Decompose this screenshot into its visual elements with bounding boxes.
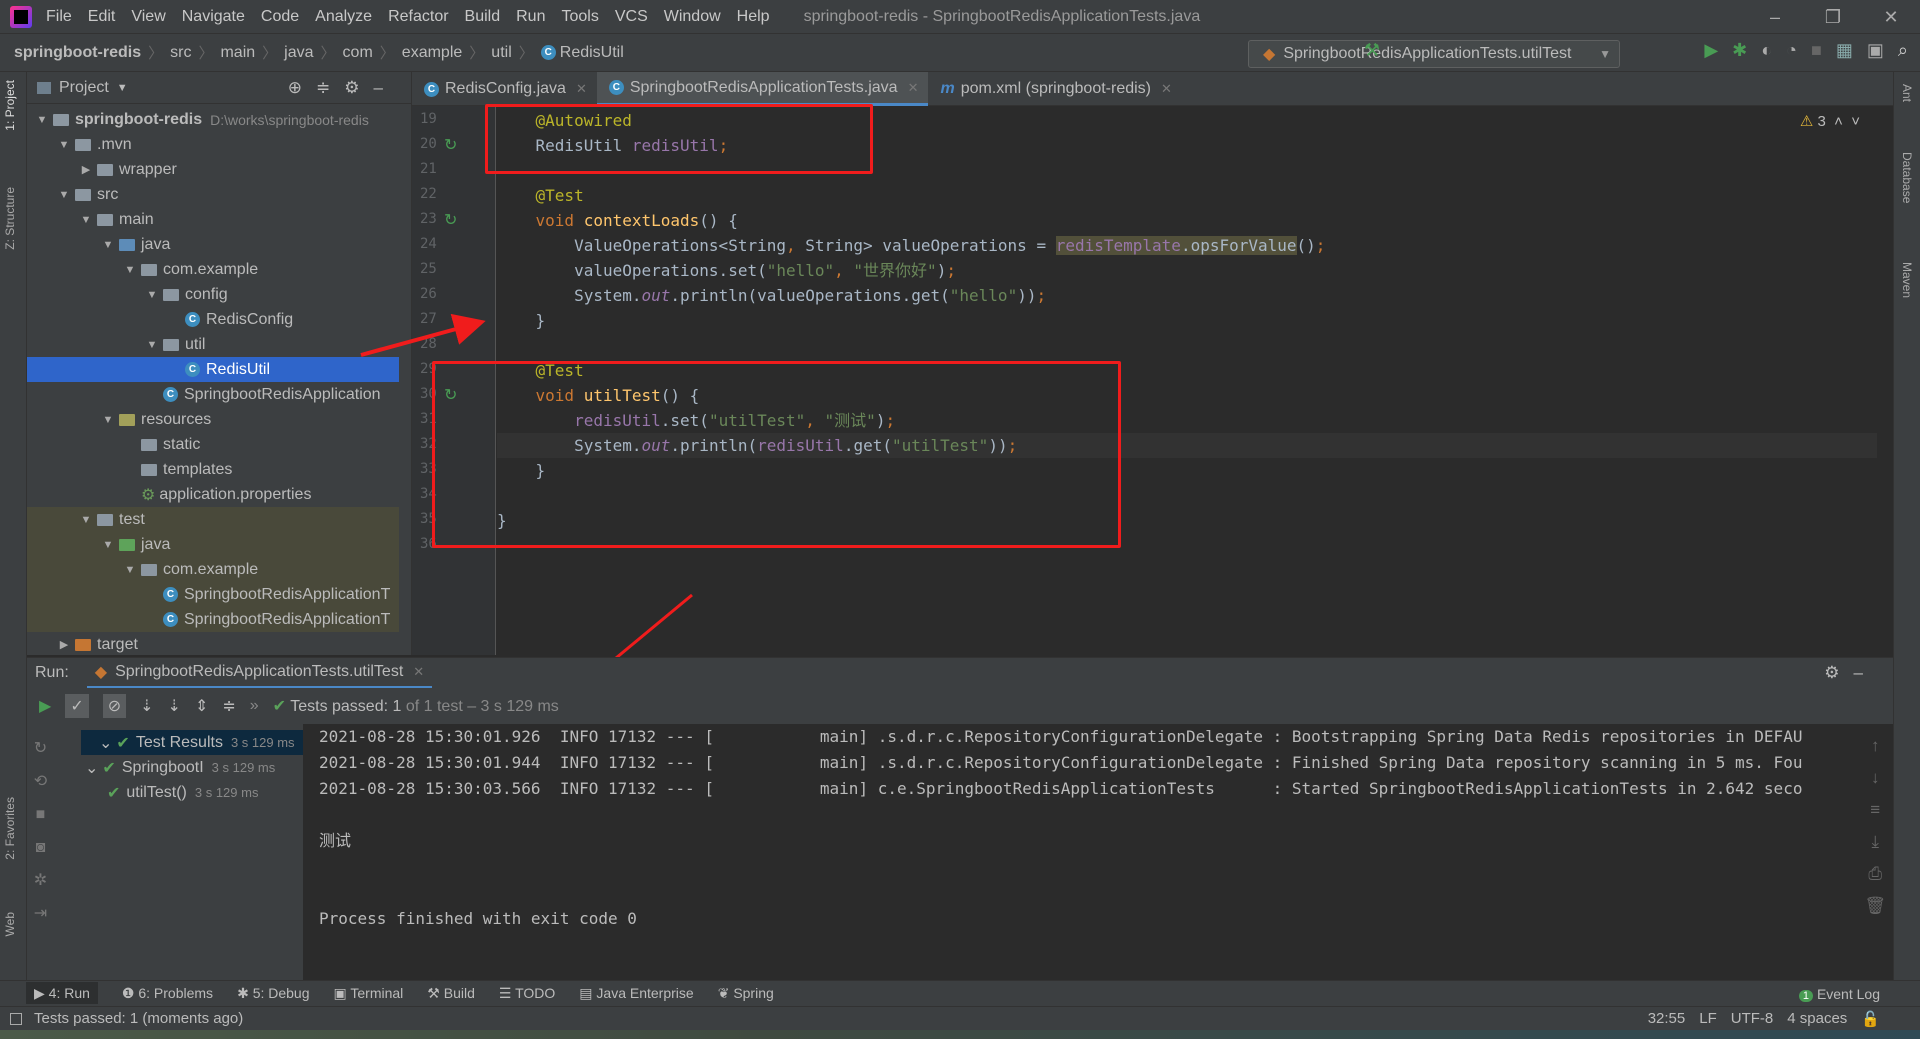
tool-window-label: Build — [443, 985, 475, 1001]
show-passed-icon[interactable]: ✓ — [65, 694, 89, 718]
tool-window-icon: ▤ — [579, 985, 597, 1001]
chevron-down-icon: ⌄ — [99, 734, 113, 752]
tool-window-icon: ❦ — [717, 985, 734, 1001]
caret-position[interactable]: 32:55 — [1648, 1010, 1686, 1028]
tool-window-todo[interactable]: ☰ TODO — [499, 985, 555, 1001]
run-toolbar: ▶ ✓ ⊘ ⇣ ⇣ ⇕ ≑ » ✔ Tests passed: 1 of 1 t… — [27, 688, 1893, 724]
test-tree: ⌄ ✔ Test Results 3 s 129 ms ⌄ ✔ SpringbootI 3… — [27, 724, 303, 980]
tool-window--problems[interactable]: ❶ 6: Problems — [122, 985, 213, 1001]
check-icon: ✔ — [107, 784, 121, 802]
test-tree-item[interactable]: ⌄ ✔ SpringbootI 3 s 129 ms — [85, 755, 275, 780]
tool-window-label: Terminal — [350, 985, 404, 1001]
exit-icon[interactable]: ⇥ — [27, 897, 54, 930]
tool-window-icon: ▶ — [34, 985, 49, 1001]
console-line: 2021-08-28 15:30:01.926 INFO 17132 --- [… — [319, 727, 1803, 746]
taskbar — [0, 1030, 1920, 1039]
tool-window-build[interactable]: ⚒ Build — [427, 985, 475, 1001]
tool-window-label: 5: Debug — [252, 985, 310, 1001]
test-duration: 3 s 129 ms — [230, 735, 295, 750]
junit-icon: ◆ — [94, 663, 108, 681]
settings-icon[interactable]: ✲ — [27, 864, 54, 897]
tool-window-label: Java Enterprise — [596, 985, 694, 1001]
console-side-toolbar: ↑ ↓ ≡ ⤓ ⎙ 🗑 — [1864, 730, 1886, 922]
test-status: ✔ Tests passed: 1 of 1 test – 3 s 129 ms — [272, 698, 559, 715]
scroll-end-icon[interactable]: ⤓ — [1864, 826, 1886, 858]
up-icon[interactable]: ↑ — [1864, 730, 1886, 762]
lock-icon[interactable]: 🔓 — [1861, 1010, 1880, 1028]
check-icon: ✔ — [272, 698, 287, 715]
show-ignored-icon[interactable]: ⊘ — [102, 694, 127, 718]
tool-window-label: Spring — [733, 985, 774, 1001]
run-panel-header: Run: ◆ SpringbootRedisApplicationTests.u… — [27, 657, 1893, 689]
sort-alpha-icon[interactable]: ⇣ — [140, 696, 153, 716]
tool-window-label: 6: Problems — [138, 985, 214, 1001]
camera-icon[interactable]: ◙ — [27, 831, 54, 864]
tool-windows-icon[interactable] — [10, 1012, 22, 1025]
run-side-toolbar: ↻ ⟲ ■ ◙ ✲ ⇥ — [27, 724, 54, 980]
print-icon[interactable]: ⎙ — [1864, 858, 1886, 890]
rerun-icon[interactable]: ▶ — [39, 696, 51, 716]
run-tab[interactable]: ◆ SpringbootRedisApplicationTests.utilTe… — [86, 658, 433, 689]
console-output[interactable]: 2021-08-28 15:30:01.926 INFO 17132 --- [… — [303, 724, 1863, 980]
sort-duration-icon[interactable]: ⇣ — [168, 696, 181, 716]
indent-setting[interactable]: 4 spaces — [1787, 1010, 1847, 1028]
tool-window-icon: ❶ — [121, 985, 139, 1001]
tool-window-icon: ⚒ — [427, 985, 444, 1001]
stop-icon[interactable]: ■ — [27, 798, 54, 831]
tool-window-icon: ✱ — [237, 985, 253, 1001]
collapse-all-icon[interactable]: ≑ — [222, 696, 235, 716]
test-name: Test Results — [135, 733, 223, 751]
file-encoding[interactable]: UTF-8 — [1731, 1010, 1774, 1028]
tool-window-bar: ▶ 4: Run ❶ 6: Problems ✱ 5: Debug ▣ Termina… — [0, 980, 1920, 1006]
chevron-down-icon: ⌄ — [85, 759, 99, 777]
tool-window-java-enterprise[interactable]: ▤ Java Enterprise — [579, 985, 693, 1001]
console-line: 2021-08-28 15:30:01.944 INFO 17132 --- [… — [319, 753, 1803, 772]
test-name: utilTest() — [126, 783, 187, 801]
test-duration: 3 s 129 ms — [194, 785, 259, 800]
tool-window--run[interactable]: ▶ 4: Run — [26, 982, 98, 1004]
test-tree-item[interactable]: ✔ utilTest() 3 s 129 ms — [107, 780, 258, 805]
test-name: SpringbootI — [121, 758, 204, 776]
annotation-arrow — [360, 313, 486, 357]
tool-window-icon: ▣ — [333, 985, 351, 1001]
tool-window-spring[interactable]: ❦ Spring — [718, 985, 774, 1001]
hide-icon[interactable]: – — [1854, 663, 1877, 682]
test-duration: 3 s 129 ms — [211, 760, 276, 775]
tool-window-terminal[interactable]: ▣ Terminal — [334, 985, 404, 1001]
soft-wrap-icon[interactable]: ≡ — [1864, 794, 1886, 826]
gear-icon[interactable]: ⚙ — [1824, 663, 1853, 682]
tool-window-icon: ☰ — [498, 985, 516, 1001]
console-line: Process finished with exit code 0 — [319, 909, 637, 928]
close-tab-icon[interactable]: ✕ — [413, 664, 424, 680]
event-log-button[interactable]: 1 Event Log — [1798, 986, 1880, 1002]
status-bar: Tests passed: 1 (moments ago) 32:55 LF U… — [0, 1006, 1920, 1030]
more-icon[interactable]: » — [250, 697, 259, 715]
tool-window-label: 4: Run — [48, 985, 90, 1001]
toggle-auto-test-icon[interactable]: ⟲ — [27, 765, 54, 798]
console-line: 2021-08-28 15:30:03.566 INFO 17132 --- [… — [319, 779, 1803, 798]
check-icon: ✔ — [116, 734, 130, 752]
tool-window--debug[interactable]: ✱ 5: Debug — [237, 985, 309, 1001]
check-icon: ✔ — [102, 759, 116, 777]
test-tree-item[interactable]: ⌄ ✔ Test Results 3 s 129 ms — [81, 730, 303, 755]
rerun-failed-icon[interactable]: ↻ — [27, 732, 54, 765]
line-separator[interactable]: LF — [1699, 1010, 1717, 1028]
status-message[interactable]: Tests passed: 1 (moments ago) — [34, 1010, 243, 1027]
down-icon[interactable]: ↓ — [1864, 762, 1886, 794]
tool-window-label: TODO — [515, 985, 556, 1001]
expand-all-icon[interactable]: ⇕ — [195, 696, 208, 716]
console-line: 测试 — [319, 831, 352, 850]
trash-icon[interactable]: 🗑 — [1864, 890, 1886, 922]
